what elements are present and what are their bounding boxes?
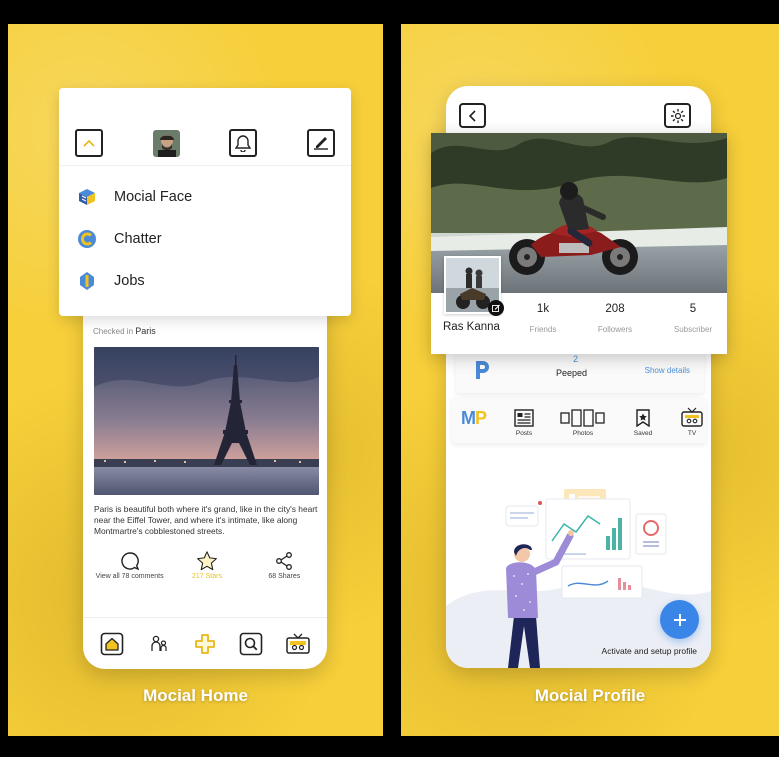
star-icon <box>196 549 218 573</box>
tab-label: Saved <box>633 430 653 437</box>
peeped-label: Peeped <box>556 368 588 378</box>
tab-photos[interactable]: Photos <box>558 404 608 437</box>
stat-label: Followers <box>597 325 633 334</box>
collapse-button[interactable] <box>75 129 103 157</box>
app-list: Mocial Face Chatter Jobs <box>59 166 351 302</box>
activate-profile-text[interactable]: Activate and setup profile <box>602 646 697 656</box>
post-image-eiffel[interactable] <box>94 347 319 495</box>
back-button[interactable] <box>459 103 486 128</box>
tab-label: Posts <box>515 430 533 437</box>
home-caption: Mocial Home <box>143 686 248 705</box>
menu-item-jobs[interactable]: Jobs <box>59 260 351 302</box>
menu-item-label: Mocial Face <box>114 189 193 205</box>
compose-button[interactable] <box>306 129 335 157</box>
photos-icon <box>558 404 608 427</box>
peeped-logo-icon <box>473 359 491 386</box>
friends-nav-icon[interactable] <box>144 629 174 659</box>
profile-name: Ras Kanna <box>443 321 500 333</box>
stat-value: 1k <box>536 303 550 315</box>
tv-icon <box>670 404 711 427</box>
create-post-icon[interactable] <box>190 629 220 659</box>
profile-caption: Mocial Profile <box>534 686 646 705</box>
post-actions: View all 78 comments 217 Stars 68 Shares <box>91 549 323 580</box>
show-details-link[interactable]: Show details <box>645 366 690 375</box>
menu-item-label: Chatter <box>114 231 162 247</box>
stat-value: 5 <box>689 303 697 315</box>
posts-icon <box>502 404 546 427</box>
menu-item-label: Jobs <box>114 273 145 289</box>
tab-posts[interactable]: Posts <box>502 404 546 437</box>
avatar[interactable] <box>152 130 180 157</box>
jobs-logo-icon <box>77 271 97 291</box>
chevron-left-icon <box>468 109 476 122</box>
notifications-button[interactable] <box>229 129 258 157</box>
tv-nav-icon[interactable] <box>283 629 313 659</box>
comments-action[interactable]: View all 78 comments <box>91 549 168 580</box>
search-nav-icon[interactable] <box>236 629 266 659</box>
share-icon <box>274 549 294 573</box>
stat-followers[interactable]: 208 Followers <box>585 303 645 334</box>
gear-icon <box>670 108 685 123</box>
settings-button[interactable] <box>664 103 691 128</box>
saved-icon <box>621 404 665 427</box>
add-fab-button[interactable] <box>660 600 699 639</box>
app-switcher-menu: Mocial Face Chatter Jobs <box>59 88 351 316</box>
menu-toolbar <box>59 88 351 166</box>
bottom-nav <box>83 617 327 669</box>
tab-label: Photos <box>572 430 594 437</box>
stars-action[interactable]: 217 Stars <box>168 549 245 580</box>
profile-topbar <box>446 86 711 136</box>
mocial-home-panel: Checked in Paris Paris is beautiful both… <box>8 24 383 736</box>
post-caption: Paris is beautiful both where it's grand… <box>94 504 318 536</box>
stat-friends[interactable]: 1k Friends <box>513 303 573 334</box>
stat-value: 208 <box>605 303 625 315</box>
edit-icon <box>491 304 500 312</box>
edit-photo-button[interactable] <box>488 300 504 316</box>
checkin-text: Checked in Paris <box>93 326 156 336</box>
profile-card: Ras Kanna 1k Friends 208 Followers 5 Sub… <box>431 133 727 354</box>
peeped-card: 2 Peeped Show details <box>456 351 704 393</box>
menu-item-mocial-face[interactable]: Mocial Face <box>59 176 351 218</box>
tab-label: TV <box>687 430 697 437</box>
mocial-profile-logo-icon: MP <box>461 408 487 428</box>
checkin-location[interactable]: Paris <box>135 326 156 336</box>
home-nav-icon[interactable] <box>97 629 127 659</box>
stat-subscriber[interactable]: 5 Subscriber <box>663 303 723 334</box>
stat-label: Subscriber <box>673 325 713 334</box>
mocial-profile-panel: 2 Peeped Show details MP Posts Photos Sa… <box>401 24 779 736</box>
showcase: Checked in Paris Paris is beautiful both… <box>0 0 779 757</box>
chatter-logo-icon <box>77 229 97 249</box>
mocial-face-logo-icon <box>77 187 97 207</box>
edit-icon <box>313 137 328 150</box>
shares-action[interactable]: 68 Shares <box>246 549 323 580</box>
plus-icon <box>673 613 686 626</box>
bell-icon <box>235 135 252 152</box>
chevron-up-icon <box>83 139 95 147</box>
profile-tabs: MP Posts Photos Saved TV <box>452 398 706 443</box>
comments-label: View all 78 comments <box>95 573 164 580</box>
peeped-count: 2 <box>573 354 579 364</box>
shares-label: 68 Shares <box>268 573 301 580</box>
comment-icon <box>120 549 140 573</box>
tab-tv[interactable]: TV <box>670 404 711 437</box>
tab-saved[interactable]: Saved <box>621 404 665 437</box>
stat-label: Friends <box>529 325 557 334</box>
setup-illustration <box>446 466 711 668</box>
stars-label: 217 Stars <box>192 573 222 580</box>
menu-item-chatter[interactable]: Chatter <box>59 218 351 260</box>
